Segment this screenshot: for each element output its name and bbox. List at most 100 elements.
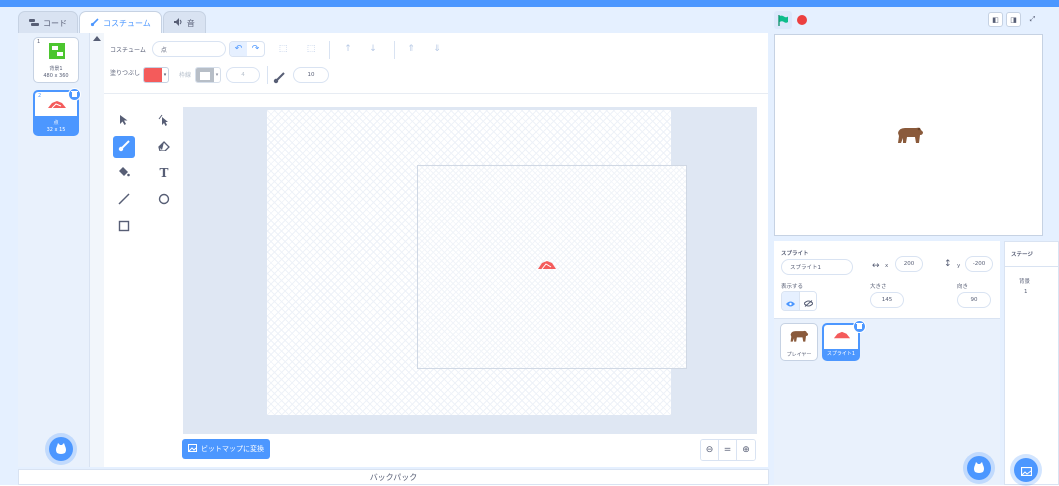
stop-button[interactable] bbox=[797, 15, 807, 25]
sprite-name-input[interactable]: スプライト1 bbox=[781, 259, 853, 275]
chevron-down-icon: ▾ bbox=[215, 72, 219, 78]
size-label: 大きさ bbox=[870, 284, 887, 290]
fill-color-swatch bbox=[144, 68, 162, 82]
text-tool[interactable]: T bbox=[153, 162, 175, 184]
stage-target-pane[interactable]: ステージ 背景 1 bbox=[1004, 241, 1059, 485]
editor-tabs: コード コスチューム 音 bbox=[18, 11, 207, 34]
outline-width-input[interactable]: 4 bbox=[226, 67, 260, 83]
choose-backdrop-button[interactable] bbox=[1014, 458, 1038, 482]
eraser-icon bbox=[158, 140, 170, 154]
reshape-tool[interactable] bbox=[153, 110, 175, 132]
hide-button[interactable] bbox=[799, 292, 816, 310]
zoom-controls: ⊖ = ⊕ bbox=[700, 439, 756, 461]
costume-number: 1 bbox=[37, 39, 41, 45]
tab-code[interactable]: コード bbox=[18, 11, 78, 34]
fullscreen-button[interactable]: ⤢ bbox=[1025, 12, 1040, 27]
undo-redo-group: ↶ ↷ bbox=[229, 41, 265, 57]
delete-sprite-button[interactable] bbox=[853, 320, 866, 333]
fill-tool[interactable] bbox=[113, 162, 135, 184]
bear-sprite[interactable] bbox=[896, 125, 924, 145]
undo-icon: ↶ bbox=[234, 44, 243, 54]
select-tool[interactable] bbox=[113, 110, 135, 132]
small-stage-button[interactable]: ◧ bbox=[988, 12, 1003, 27]
forward-button[interactable]: ↑ bbox=[341, 42, 355, 56]
tab-sounds[interactable]: 音 bbox=[162, 11, 206, 34]
stage[interactable] bbox=[774, 34, 1043, 236]
chevron-down-icon: ▾ bbox=[163, 72, 167, 78]
choose-costume-button[interactable] bbox=[49, 437, 73, 461]
group-icon: ⬚ bbox=[278, 44, 288, 54]
y-input[interactable]: -200 bbox=[965, 256, 993, 272]
text-t-icon: T bbox=[159, 166, 169, 180]
canvas-stage-area[interactable] bbox=[417, 165, 687, 369]
convert-to-bitmap-button[interactable]: ビットマップに変換 bbox=[182, 439, 270, 459]
costume-list-scrollbar[interactable] bbox=[90, 33, 104, 467]
double-arrow-up-icon: ⇑ bbox=[407, 44, 415, 54]
costume-item-backdrop[interactable]: 1 背景1 480 x 360 bbox=[33, 37, 79, 83]
costume-thumbnail-dot bbox=[48, 101, 66, 109]
costume-name-row: コスチューム 点 bbox=[110, 41, 226, 57]
rectangle-icon bbox=[118, 220, 130, 235]
show-button[interactable] bbox=[782, 292, 799, 310]
costume-drawing[interactable] bbox=[537, 260, 557, 271]
zoom-out-button[interactable]: ⊖ bbox=[701, 440, 719, 460]
brush-tool[interactable] bbox=[113, 136, 135, 158]
line-tool[interactable] bbox=[113, 189, 135, 211]
green-flag-button[interactable] bbox=[774, 11, 792, 29]
circle-tool[interactable] bbox=[153, 189, 175, 211]
tab-sounds-label: 音 bbox=[186, 18, 195, 28]
group-button[interactable]: ⬚ bbox=[276, 42, 290, 56]
direction-input[interactable]: 90 bbox=[957, 292, 991, 308]
outline-color-swatch bbox=[196, 68, 214, 82]
x-input[interactable]: 200 bbox=[895, 256, 923, 272]
divider bbox=[1005, 266, 1058, 267]
circle-icon bbox=[158, 193, 170, 208]
backpack-label: バックパック bbox=[369, 473, 418, 482]
undo-button[interactable]: ↶ bbox=[230, 42, 247, 56]
backpack[interactable]: バックパック bbox=[18, 469, 769, 485]
brush-size-input[interactable]: 10 bbox=[293, 67, 329, 83]
delete-costume-button[interactable] bbox=[68, 88, 81, 101]
zoom-reset-label: = bbox=[723, 445, 732, 455]
fill-color-picker[interactable]: ▾ bbox=[143, 67, 169, 83]
toolbar-divider bbox=[104, 93, 768, 94]
tab-costumes-label: コスチューム bbox=[103, 18, 151, 28]
show-label: 表示する bbox=[781, 284, 804, 290]
sprite-item-player[interactable]: プレイヤー bbox=[780, 323, 818, 361]
direction-value: 90 bbox=[970, 297, 978, 303]
sprite-info: スプライト スプライト1 ↔ x 200 ↕ y -200 表示する 大きさ 1… bbox=[774, 241, 1000, 319]
costume-name-input[interactable]: 点 bbox=[151, 41, 226, 57]
choose-sprite-button[interactable] bbox=[967, 456, 991, 480]
back-button[interactable]: ⇓ bbox=[430, 42, 444, 56]
trash-icon bbox=[856, 322, 863, 331]
zoom-reset-button[interactable]: = bbox=[719, 440, 737, 460]
tab-code-label: コード bbox=[43, 18, 67, 28]
fill-row: 塗りつぶし bbox=[110, 68, 140, 77]
arrow-up-icon: ↑ bbox=[344, 44, 352, 54]
convert-label: ビットマップに変換 bbox=[201, 445, 264, 453]
tab-costumes[interactable]: コスチューム bbox=[79, 11, 162, 34]
paint-bucket-icon bbox=[118, 166, 130, 180]
zoom-in-icon: ⊕ bbox=[742, 445, 750, 455]
front-button[interactable]: ⇑ bbox=[404, 42, 418, 56]
rectangle-tool[interactable] bbox=[113, 216, 135, 238]
cat-icon bbox=[55, 440, 67, 459]
large-stage-button[interactable]: ◨ bbox=[1006, 12, 1021, 27]
zoom-out-icon: ⊖ bbox=[705, 445, 714, 455]
costume-name-value: 点 bbox=[160, 46, 167, 54]
scroll-up-icon[interactable] bbox=[93, 36, 101, 41]
outline-color-picker[interactable]: ▾ bbox=[195, 67, 221, 83]
redo-button[interactable]: ↷ bbox=[247, 42, 264, 56]
code-icon bbox=[29, 18, 39, 28]
backward-button[interactable]: ↓ bbox=[366, 42, 380, 56]
sprite-label: スプライト bbox=[781, 251, 809, 257]
ungroup-icon: ⬚ bbox=[306, 44, 316, 54]
paint-canvas[interactable] bbox=[183, 107, 757, 434]
toolbar-divider bbox=[329, 41, 330, 59]
canvas-artboard[interactable] bbox=[267, 110, 687, 415]
ungroup-button[interactable]: ⬚ bbox=[304, 42, 318, 56]
eraser-tool[interactable] bbox=[153, 136, 175, 158]
x-arrows-icon: ↔ bbox=[872, 261, 880, 271]
size-input[interactable]: 145 bbox=[870, 292, 904, 308]
zoom-in-button[interactable]: ⊕ bbox=[737, 440, 755, 460]
